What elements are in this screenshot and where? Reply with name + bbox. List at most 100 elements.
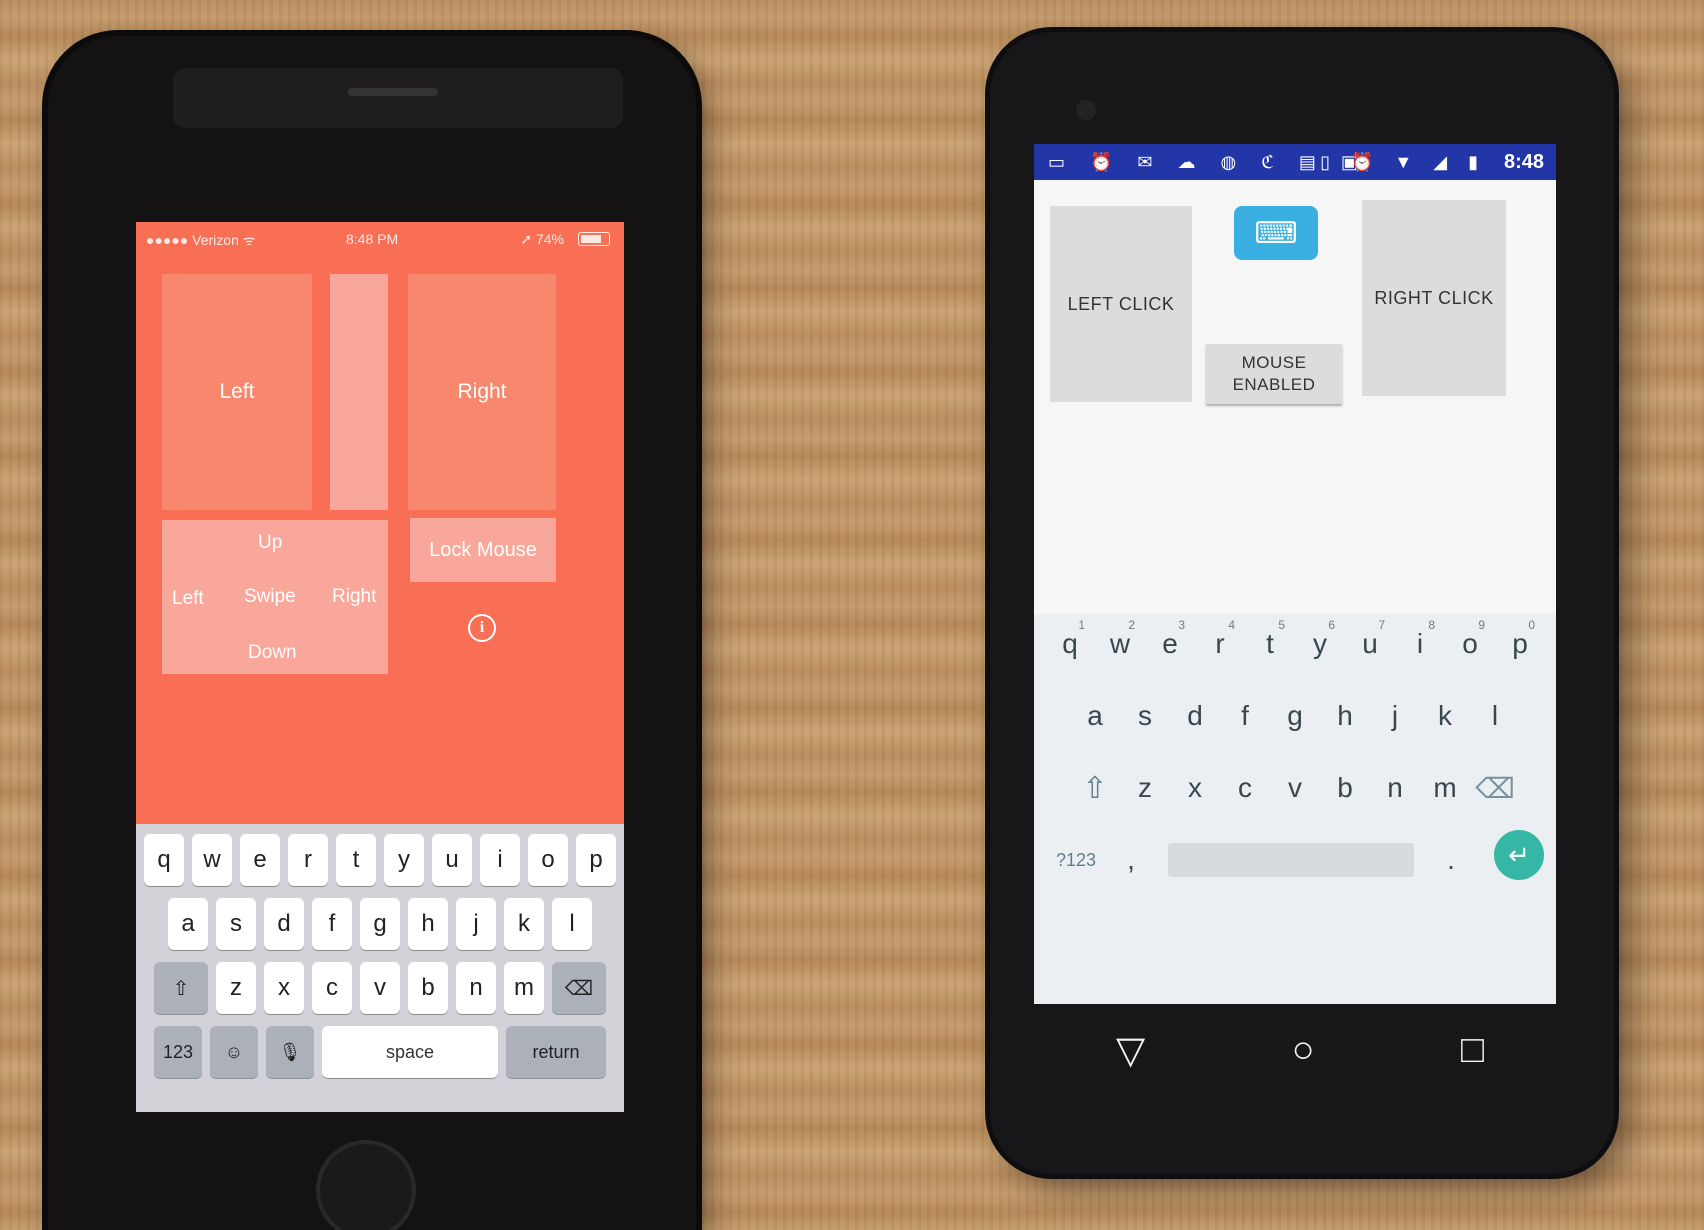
ios-key-g[interactable]: g bbox=[360, 898, 400, 950]
ios-key-h[interactable]: h bbox=[408, 898, 448, 950]
numbers-key[interactable]: 123 bbox=[154, 1026, 202, 1078]
android-key-e[interactable]: e3 bbox=[1145, 614, 1195, 674]
ios-key-b[interactable]: b bbox=[408, 962, 448, 1014]
android-key-b[interactable]: b bbox=[1320, 758, 1370, 818]
right-click-pad[interactable]: Right bbox=[408, 274, 556, 510]
android-keyboard-row-2: asdfghjkl bbox=[1034, 686, 1556, 746]
ios-key-x[interactable]: x bbox=[264, 962, 304, 1014]
ios-key-f[interactable]: f bbox=[312, 898, 352, 950]
android-key-v[interactable]: v bbox=[1270, 758, 1320, 818]
swipe-up-label: Up bbox=[258, 532, 283, 553]
android-letter-group: zxcvbnm bbox=[1120, 758, 1470, 818]
ios-battery-percent: ➚ 74% bbox=[520, 231, 564, 247]
ios-key-v[interactable]: v bbox=[360, 962, 400, 1014]
android-key-y[interactable]: y6 bbox=[1295, 614, 1345, 674]
android-key-c[interactable]: c bbox=[1220, 758, 1270, 818]
space-bar[interactable] bbox=[1168, 843, 1414, 877]
ios-key-r[interactable]: r bbox=[288, 834, 328, 886]
ios-key-m[interactable]: m bbox=[504, 962, 544, 1014]
ios-key-i[interactable]: i bbox=[480, 834, 520, 886]
ios-key-y[interactable]: y bbox=[384, 834, 424, 886]
ios-key-q[interactable]: q bbox=[144, 834, 184, 886]
recents-icon[interactable]: □ bbox=[1461, 1029, 1484, 1072]
info-icon[interactable]: i bbox=[468, 614, 496, 642]
ios-letter-group: zxcvbnm bbox=[216, 962, 544, 1014]
period-key[interactable]: . bbox=[1426, 830, 1476, 890]
keyboard-icon[interactable]: ⌨ bbox=[1234, 206, 1318, 260]
android-key-p[interactable]: p0 bbox=[1495, 614, 1545, 674]
android-hint-6: 6 bbox=[1328, 618, 1335, 632]
ios-key-c[interactable]: c bbox=[312, 962, 352, 1014]
backspace-icon[interactable]: ⌫ bbox=[552, 962, 606, 1014]
left-click-pad[interactable]: Left bbox=[162, 274, 312, 510]
right-click-text: RIGHT CLICK bbox=[1374, 287, 1494, 308]
ios-key-u[interactable]: u bbox=[432, 834, 472, 886]
return-key[interactable]: return bbox=[506, 1026, 606, 1078]
android-key-f[interactable]: f bbox=[1220, 686, 1270, 746]
ios-key-n[interactable]: n bbox=[456, 962, 496, 1014]
emoji-icon[interactable]: ☺ bbox=[210, 1026, 258, 1078]
ios-mouse-app-screen: ●●●●● Verizon ᯤ 8:48 PM ➚ 74% Left Right… bbox=[136, 222, 624, 1112]
comma-key[interactable]: , bbox=[1106, 830, 1156, 890]
android-key-d[interactable]: d bbox=[1170, 686, 1220, 746]
mouse-line-1: MOUSE bbox=[1241, 353, 1307, 372]
android-key-t[interactable]: t5 bbox=[1245, 614, 1295, 674]
android-hint-8: 8 bbox=[1428, 618, 1435, 632]
ios-key-k[interactable]: k bbox=[504, 898, 544, 950]
scroll-strip[interactable] bbox=[330, 274, 388, 510]
symbols-key[interactable]: ?123 bbox=[1046, 830, 1106, 890]
android-clock: 8:48 bbox=[1503, 151, 1544, 173]
android-key-j[interactable]: j bbox=[1370, 686, 1420, 746]
android-key-r[interactable]: r4 bbox=[1195, 614, 1245, 674]
android-key-i[interactable]: i8 bbox=[1395, 614, 1445, 674]
android-key-x[interactable]: x bbox=[1170, 758, 1220, 818]
home-icon[interactable]: ○ bbox=[1292, 1029, 1315, 1072]
enter-icon[interactable]: ↵ bbox=[1494, 830, 1544, 880]
android-key-q[interactable]: q1 bbox=[1045, 614, 1095, 674]
android-hint-5: 5 bbox=[1278, 618, 1285, 632]
ios-key-t[interactable]: t bbox=[336, 834, 376, 886]
ios-keyboard: qwertyuiop asdfghjkl ⇧ zxcvbnm ⌫ 123 ☺ 🎙… bbox=[136, 824, 624, 1112]
android-key-s[interactable]: s bbox=[1120, 686, 1170, 746]
ios-key-a[interactable]: a bbox=[168, 898, 208, 950]
mouse-enabled-button[interactable]: MOUSE ENABLED bbox=[1206, 344, 1342, 404]
microphone-icon[interactable]: 🎙 bbox=[266, 1026, 314, 1078]
right-click-button[interactable]: RIGHT CLICK bbox=[1362, 200, 1506, 396]
shift-icon[interactable]: ⇧ bbox=[1070, 758, 1120, 818]
shift-icon[interactable]: ⇧ bbox=[154, 962, 208, 1014]
left-click-button[interactable]: LEFT CLICK bbox=[1050, 206, 1192, 402]
android-key-a[interactable]: a bbox=[1070, 686, 1120, 746]
swipe-pad[interactable]: Up Left Swipe Right Down bbox=[162, 520, 388, 674]
android-key-l[interactable]: l bbox=[1470, 686, 1520, 746]
android-key-h[interactable]: h bbox=[1320, 686, 1370, 746]
home-button[interactable] bbox=[316, 1140, 416, 1230]
android-key-n[interactable]: n bbox=[1370, 758, 1420, 818]
android-key-z[interactable]: z bbox=[1120, 758, 1170, 818]
space-key[interactable]: space bbox=[322, 1026, 498, 1078]
android-key-g[interactable]: g bbox=[1270, 686, 1320, 746]
android-hint-3: 3 bbox=[1178, 618, 1185, 632]
ios-key-s[interactable]: s bbox=[216, 898, 256, 950]
ios-key-j[interactable]: j bbox=[456, 898, 496, 950]
iphone-top-bezel bbox=[173, 68, 623, 128]
ios-key-w[interactable]: w bbox=[192, 834, 232, 886]
battery-icon bbox=[578, 232, 610, 246]
android-key-k[interactable]: k bbox=[1420, 686, 1470, 746]
backspace-icon[interactable]: ⌫ bbox=[1470, 758, 1520, 818]
mouse-line-2: ENABLED bbox=[1232, 375, 1316, 394]
ios-key-l[interactable]: l bbox=[552, 898, 592, 950]
android-key-u[interactable]: u7 bbox=[1345, 614, 1395, 674]
swipe-down-label: Down bbox=[248, 642, 297, 663]
android-hint-4: 4 bbox=[1228, 618, 1235, 632]
android-mouse-app-screen: ▭ ⏰ ✉ ☁ ◍ ℭ ▤ ▣ ▯ ⏰ ▼ ◢ ▮ 8:48 LEFT CLIC… bbox=[1034, 144, 1556, 1004]
ios-key-o[interactable]: o bbox=[528, 834, 568, 886]
android-key-m[interactable]: m bbox=[1420, 758, 1470, 818]
ios-key-p[interactable]: p bbox=[576, 834, 616, 886]
ios-key-z[interactable]: z bbox=[216, 962, 256, 1014]
back-icon[interactable]: ▽ bbox=[1116, 1028, 1145, 1073]
lock-mouse-button[interactable]: Lock Mouse bbox=[410, 518, 556, 582]
android-key-o[interactable]: o9 bbox=[1445, 614, 1495, 674]
android-key-w[interactable]: w2 bbox=[1095, 614, 1145, 674]
ios-key-d[interactable]: d bbox=[264, 898, 304, 950]
ios-key-e[interactable]: e bbox=[240, 834, 280, 886]
